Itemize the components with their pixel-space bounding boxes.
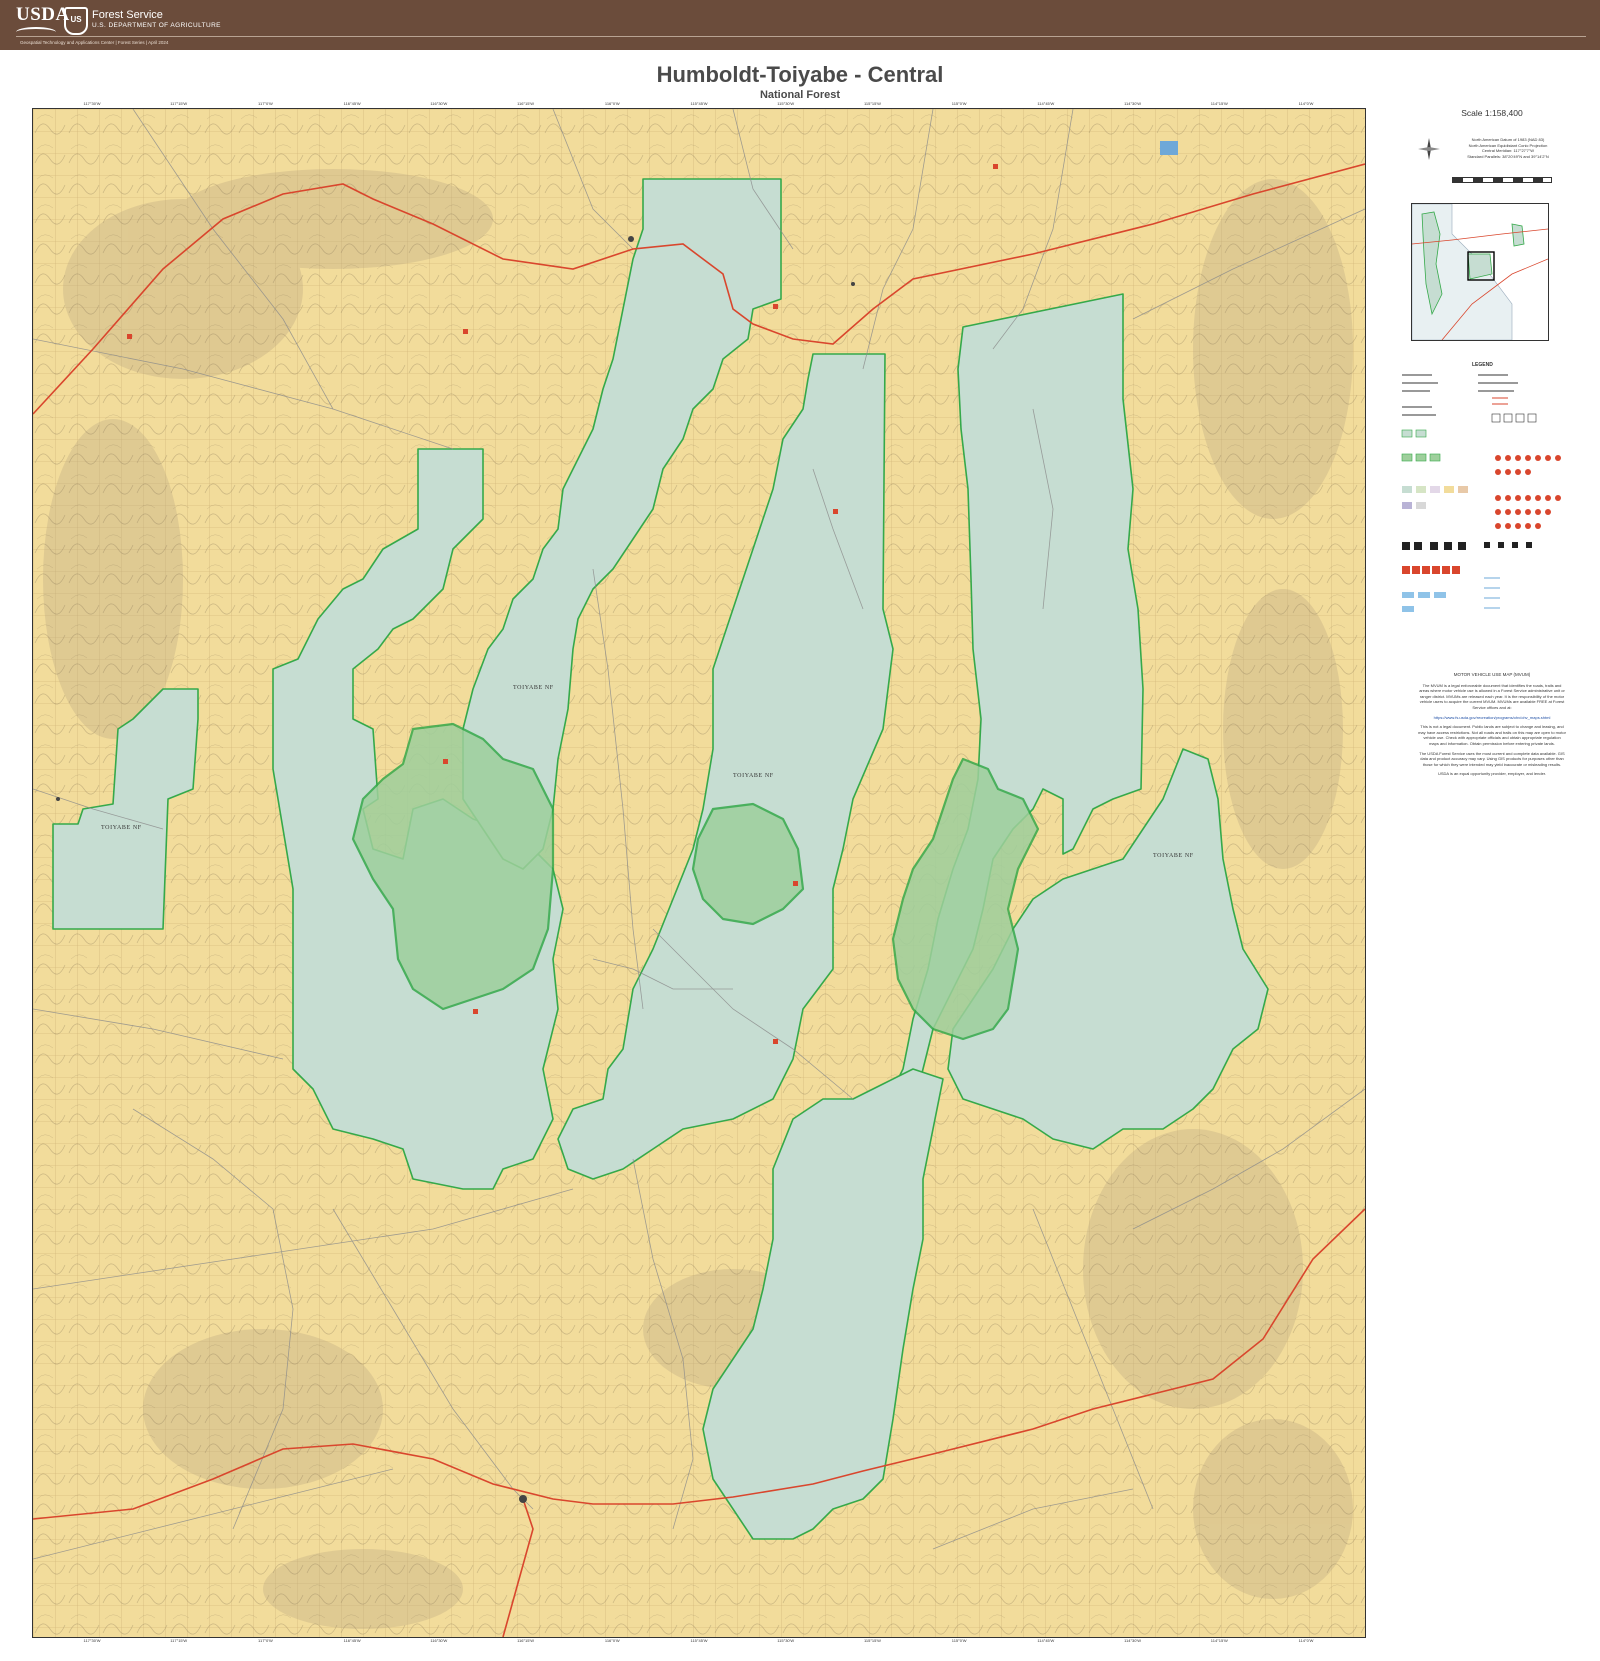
locator-inset-map <box>1411 203 1549 341</box>
coordinate-tick-label: 116°45'W <box>343 101 361 106</box>
scale-bar <box>1452 177 1552 183</box>
map-legend: LEGEND <box>1400 362 1570 642</box>
agency-header: USDA US Forest Service U.S. DEPARTMENT O… <box>0 0 1600 50</box>
mvum-title: MOTOR VEHICLE USE MAP (MVUM) <box>1453 672 1531 677</box>
map-frame[interactable]: TOIYABE NF TOIYABE NF TOIYABE NF TOIYABE… <box>32 108 1366 1638</box>
mvum-paragraph: USDA is an equal opportunity provider, e… <box>1437 771 1547 777</box>
coordinate-tick-label: 114°15'W <box>1210 1638 1228 1643</box>
coordinate-tick-label: 114°0'W <box>1298 101 1314 106</box>
map-scale: Scale 1:158,400 <box>1461 108 1523 118</box>
coordinate-tick-label: 116°15'W <box>517 1638 535 1643</box>
coordinate-tick-label: 114°30'W <box>1124 101 1142 106</box>
coordinate-tick-label: 114°0'W <box>1298 1638 1314 1643</box>
coordinate-tick-label: 116°45'W <box>343 1638 361 1643</box>
legend-title: LEGEND <box>1472 362 1493 368</box>
coordinate-tick-label: 115°0'W <box>951 101 967 106</box>
department-name: U.S. DEPARTMENT OF AGRICULTURE <box>92 22 221 29</box>
mvum-notice: MOTOR VEHICLE USE MAP (MVUM) The MVUM is… <box>1418 672 1566 781</box>
coordinate-tick-label: 117°30'W <box>83 1638 101 1643</box>
coordinate-tick-label: 115°30'W <box>777 1638 795 1643</box>
coordinate-tick-label: 116°0'W <box>604 1638 620 1643</box>
coordinate-tick-label: 117°0'W <box>258 1638 273 1643</box>
projection-line: Standard Parallels: 38°20'49"N and 39°14… <box>1467 153 1549 159</box>
label-toiyabe-central: TOIYABE NF <box>733 773 774 779</box>
coordinate-tick-label: 116°30'W <box>430 1638 448 1643</box>
mvum-paragraph: This is not a legal document. Public lan… <box>1418 724 1566 746</box>
mvum-paragraph: The MVUM is a legal enforceable document… <box>1419 682 1565 710</box>
town-marker <box>519 1495 527 1503</box>
bottom-coordinate-ticks: 117°30'W 117°15'W 117°0'W 116°45'W 116°30'W 1… <box>32 1638 1366 1646</box>
coordinate-tick-label: 117°15'W <box>170 101 188 106</box>
mvum-paragraph: The USDA Forest Service uses the most cu… <box>1419 750 1565 767</box>
coordinate-tick-label: 115°15'W <box>863 101 881 106</box>
usda-logo: USDA <box>16 4 70 25</box>
coordinate-tick-label: 115°30'W <box>777 101 795 106</box>
label-toiyabe-east: TOIYABE NF <box>1153 853 1194 859</box>
mvum-link[interactable]: https://www.fs.usda.gov/recreation/progr… <box>1418 715 1566 721</box>
coordinate-tick-label: 117°15'W <box>170 1638 188 1643</box>
forest-service-shield-icon: US <box>64 7 88 35</box>
map-subtitle: National Forest <box>759 89 841 101</box>
coordinate-tick-label: 115°15'W <box>863 1638 881 1643</box>
town-marker <box>628 236 634 242</box>
legend-symbols <box>1401 374 1561 612</box>
coordinate-tick-label: 116°0'W <box>604 101 620 106</box>
coordinate-tick-label: 114°45'W <box>1037 1638 1055 1643</box>
lake-icon <box>1160 141 1178 155</box>
projection-info: North American Datum of 1983 (NAD 83) No… <box>1448 137 1568 159</box>
town-marker <box>851 282 855 286</box>
coordinate-tick-label: 114°45'W <box>1037 101 1055 106</box>
coordinate-tick-label: 114°15'W <box>1210 101 1228 106</box>
label-toiyabe-central-north: TOIYABE NF <box>513 685 554 691</box>
label-toiyabe-west: TOIYABE NF <box>101 825 142 831</box>
coordinate-tick-label: 115°0'W <box>951 1638 967 1643</box>
town-marker <box>56 797 60 801</box>
coordinate-tick-label: 116°15'W <box>517 101 535 106</box>
coordinate-tick-label: 115°45'W <box>690 1638 708 1643</box>
header-credit: Geospatial Technology and Applications C… <box>20 40 169 45</box>
forest-map[interactable]: TOIYABE NF TOIYABE NF TOIYABE NF TOIYABE… <box>33 109 1365 1637</box>
header-divider <box>16 36 1586 37</box>
map-title: Humboldt-Toiyabe - Central <box>656 62 944 87</box>
coordinate-tick-label: 117°0'W <box>258 101 273 106</box>
coordinate-tick-label: 116°30'W <box>430 101 448 106</box>
coordinate-tick-label: 115°45'W <box>690 101 708 106</box>
agency-name: Forest Service <box>92 9 163 21</box>
north-arrow-icon <box>1418 138 1440 160</box>
coordinate-tick-label: 117°30'W <box>83 101 101 106</box>
coordinate-tick-label: 114°30'W <box>1124 1638 1142 1643</box>
